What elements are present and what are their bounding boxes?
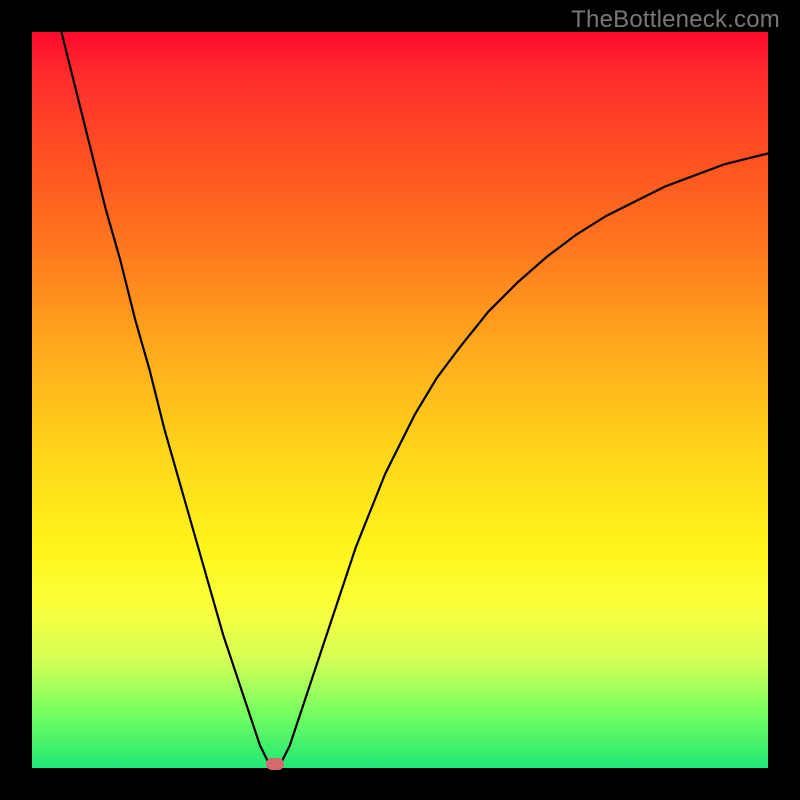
plot-area — [32, 32, 768, 768]
chart-container: TheBottleneck.com — [0, 0, 800, 800]
watermark-label: TheBottleneck.com — [571, 6, 780, 34]
minimum-marker-icon — [266, 758, 284, 770]
bottleneck-curve — [32, 32, 768, 768]
